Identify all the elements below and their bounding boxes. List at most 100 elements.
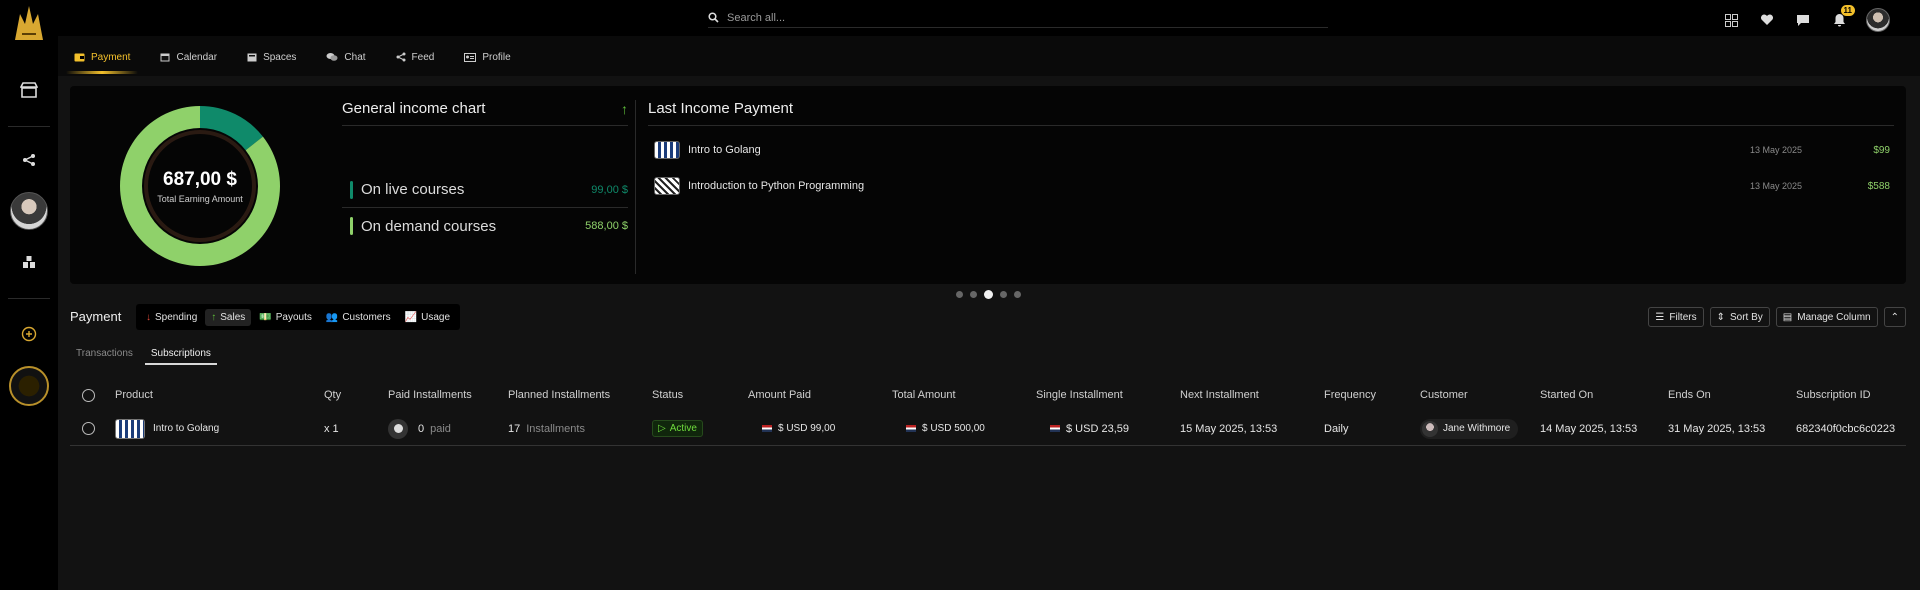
last-income-payment-panel: Last Income Payment Intro to Golang 13 M… [648,100,1894,204]
tab-chat[interactable]: Chat [316,44,375,70]
customer-name: Jane Withmore [1443,423,1511,434]
income-item[interactable]: Introduction to Python Programming 13 Ma… [648,168,1894,204]
manage-column-button[interactable]: ▤ Manage Column [1775,307,1878,327]
filters-button[interactable]: ☰ Filters [1648,307,1704,327]
boxes-icon[interactable] [19,252,39,272]
income-item-name: Introduction to Python Programming [688,180,865,192]
tab-spaces[interactable]: Spaces [237,44,306,70]
row-checkbox[interactable] [82,412,95,445]
spaces-icon [247,53,257,62]
button-label: Filters [1669,311,1697,323]
customer-cell: Jane Withmore [1420,412,1519,445]
carousel-dot[interactable] [1000,291,1007,298]
payment-segment-control: ↓ Spending ↑ Sales 💵 Payouts 👥 Customers 📈 Us… [136,304,461,330]
bell-icon[interactable]: 11 [1830,5,1855,29]
wallet-icon [74,53,85,62]
course-thumbnail [654,177,680,195]
segment-customers[interactable]: 👥 Customers [320,309,397,326]
arrow-up-icon: ↑ [621,100,628,117]
status-label: Active [669,423,697,434]
tab-label: Payment [91,51,131,63]
col-next-installment[interactable]: Next Installment [1180,378,1259,412]
message-icon[interactable] [1794,11,1812,29]
planned-count: 17 [508,422,521,435]
sort-by-button[interactable]: ⇕ Sort By [1709,307,1770,327]
product-name[interactable]: Intro to Golang [153,423,219,434]
col-started-on[interactable]: Started On [1540,378,1593,412]
add-circle-icon[interactable] [19,324,39,344]
calendar-icon [160,53,170,62]
paid-status-icon [388,418,408,439]
col-amount-paid[interactable]: Amount Paid [748,378,811,412]
carousel-dot[interactable] [956,291,963,298]
col-total-amount[interactable]: Total Amount [892,378,956,412]
legend-color-bar [350,180,353,199]
us-flag-icon [762,425,772,432]
subscriptions-table: Product Qty Paid Installments Planned In… [70,378,1906,446]
payment-title: Payment [70,309,122,324]
col-status[interactable]: Status [652,378,683,412]
search-input[interactable]: Search all... [727,12,785,24]
segment-sales[interactable]: ↑ Sales [205,308,252,326]
collapse-button[interactable]: ⌃ [1883,307,1906,327]
tab-payment[interactable]: Payment [64,44,140,74]
sort-icon: ⇕ [1716,311,1725,323]
table-row[interactable]: Intro to Golang x 1 0 paid 17 Installments… [70,412,1906,446]
income-item-date: 13 May 2025 [1750,145,1803,155]
brand-logo[interactable] [12,4,46,42]
col-subscription-id[interactable]: Subscription ID [1796,378,1871,412]
product-thumbnail [115,418,145,439]
col-frequency[interactable]: Frequency [1324,378,1376,412]
customer-chip[interactable]: Jane Withmore [1420,418,1519,439]
income-row-demand: On demand courses 588,00 $ [342,208,628,244]
col-ends-on[interactable]: Ends On [1668,378,1711,412]
col-customer[interactable]: Customer [1420,378,1468,412]
income-item-date: 13 May 2025 [1750,181,1803,191]
col-paid-installments[interactable]: Paid Installments [388,378,472,412]
search-bar[interactable]: Search all... [708,8,1328,28]
col-single-installment[interactable]: Single Installment [1036,378,1123,412]
arrow-up-icon: ↑ [211,311,217,323]
subtab-transactions[interactable]: Transactions [70,344,139,365]
carousel-dots [956,290,1021,299]
ends-on-cell: 31 May 2025, 13:53 [1668,422,1766,435]
store-icon[interactable] [19,80,39,100]
carousel-dot[interactable] [1014,291,1021,298]
tab-feed[interactable]: Feed [386,44,445,70]
planned-installments-cell: 17 Installments [508,412,585,445]
last-income-title: Last Income Payment [648,100,1894,126]
col-product[interactable]: Product [115,378,153,412]
income-item[interactable]: Intro to Golang 13 May 2025 $99 [648,132,1894,168]
share-icon[interactable] [19,150,39,170]
amount-paid-cell: $ USD 99,00 [762,412,835,445]
income-item-amount: $99 [1873,144,1890,156]
heart-icon[interactable] [1758,11,1776,29]
tab-calendar[interactable]: Calendar [150,44,227,70]
vertical-divider [635,100,636,274]
planned-label: Installments [526,422,585,435]
user-avatar[interactable] [1866,8,1890,32]
legend-color-bar [350,217,353,235]
community-badge-icon[interactable] [9,366,49,406]
us-flag-icon [906,425,916,432]
us-flag-icon [1050,425,1060,432]
profile-avatar[interactable] [10,192,48,230]
segment-usage[interactable]: 📈 Usage [399,309,456,326]
col-qty[interactable]: Qty [324,378,341,412]
carousel-dot[interactable] [984,290,993,299]
notification-count-badge: 11 [1840,5,1855,16]
amount-paid-value: $ USD 99,00 [778,423,836,434]
total-earning-amount: 687,00 $ [163,168,237,190]
segment-spending[interactable]: ↓ Spending [140,309,203,326]
chevron-up-icon: ⌃ [1890,311,1899,323]
subtab-subscriptions[interactable]: Subscriptions [144,344,217,365]
tab-label: Chat [344,51,366,63]
segment-label: Payouts [275,311,312,323]
income-overview-card: 687,00 $ Total Earning Amount General in… [70,86,1906,284]
select-all-checkbox[interactable] [82,378,95,412]
col-planned-installments[interactable]: Planned Installments [508,378,610,412]
segment-payouts[interactable]: 💵 Payouts [253,309,318,326]
tab-profile[interactable]: Profile [454,44,520,70]
apps-grid-icon[interactable] [1722,11,1740,29]
carousel-dot[interactable] [970,291,977,298]
